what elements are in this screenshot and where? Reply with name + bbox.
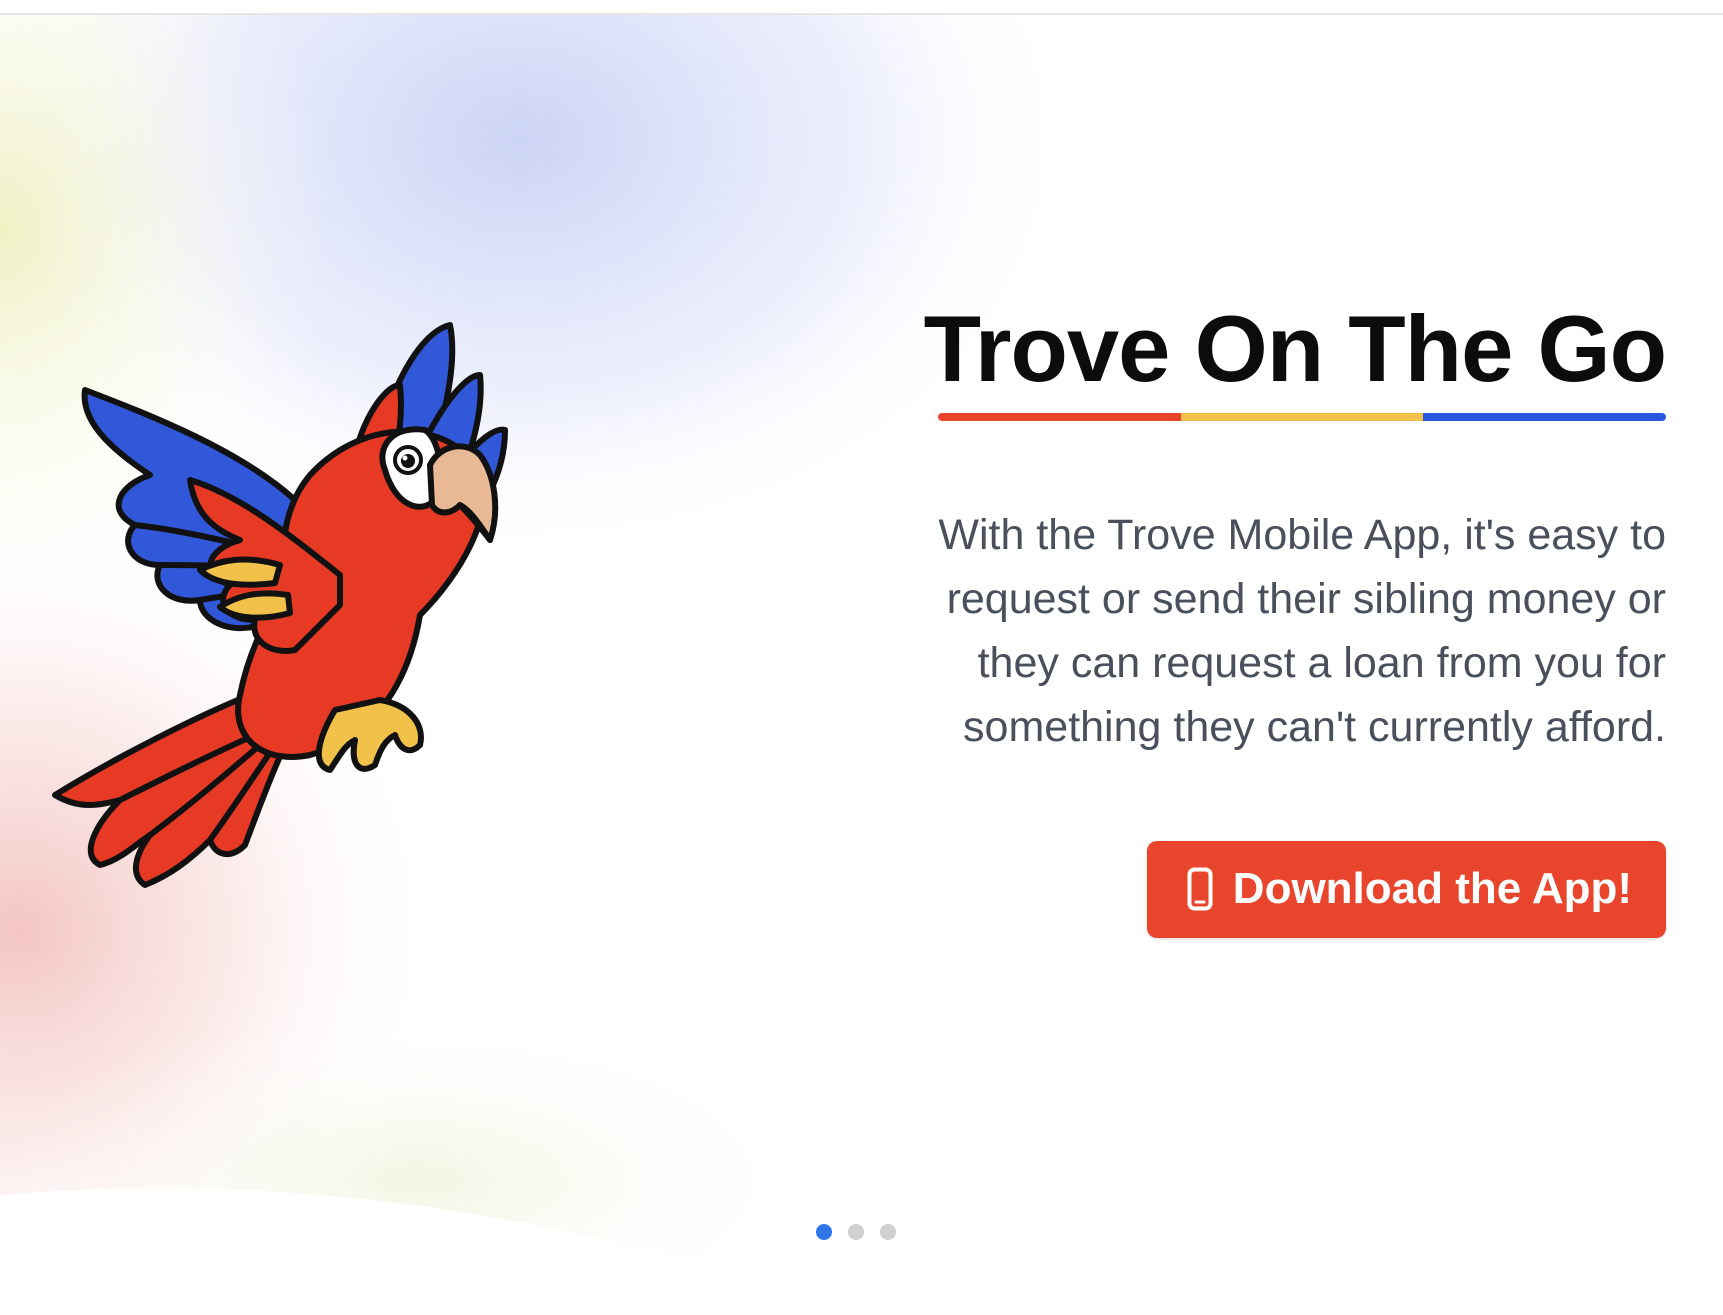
underline-yellow-segment [1180, 412, 1424, 421]
download-app-label: Download the App! [1232, 864, 1632, 914]
carousel-dot-3[interactable] [880, 1224, 896, 1240]
underline-blue-segment [1423, 412, 1666, 421]
title-underline [846, 412, 1666, 421]
download-app-button[interactable]: Download the App! [1146, 840, 1666, 938]
underline-red-segment [938, 412, 1181, 421]
hero-content: Trove On The Go With the Trove Mobile Ap… [846, 296, 1667, 938]
carousel-dot-1[interactable] [816, 1224, 832, 1240]
parrot-illustration [52, 322, 508, 888]
hero-description: With the Trove Mobile App, it's easy to … [938, 510, 1666, 751]
mobile-phone-icon [1187, 867, 1213, 911]
top-divider [0, 0, 1723, 15]
carousel-indicators [816, 1224, 896, 1240]
hero-section: Trove On The Go With the Trove Mobile Ap… [0, 0, 1723, 1315]
hero-title: Trove On The Go [923, 296, 1667, 401]
carousel-dot-2[interactable] [848, 1224, 864, 1240]
